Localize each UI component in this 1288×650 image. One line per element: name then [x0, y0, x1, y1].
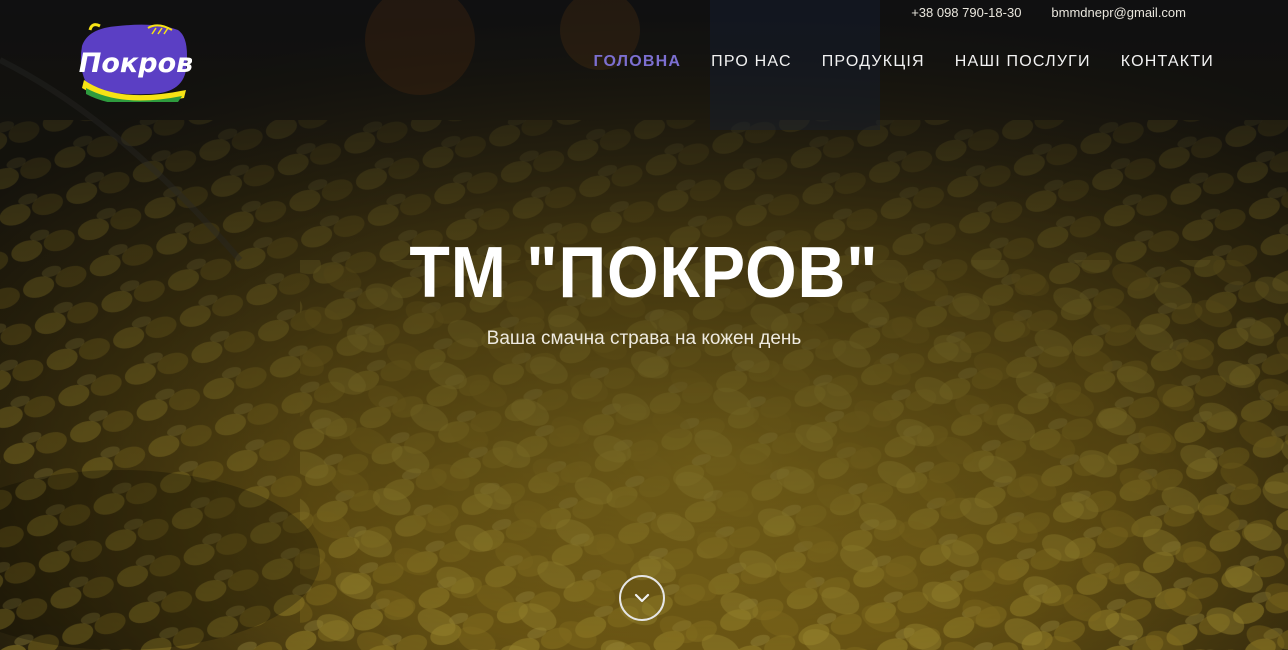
- nav-item-about[interactable]: ПРО НАС: [711, 53, 792, 71]
- phone-number[interactable]: +38 098 790-18-30: [911, 5, 1021, 20]
- pokrov-logo[interactable]: Покров: [78, 20, 192, 102]
- nav-item-products[interactable]: ПРОДУКЦІЯ: [822, 53, 925, 71]
- main-navigation: ГОЛОВНА ПРО НАС ПРОДУКЦІЯ НАШІ ПОСЛУГИ К…: [594, 53, 1215, 71]
- contact-topbar: +38 098 790-18-30 bmmdnepr@gmail.com: [911, 5, 1186, 20]
- email-address[interactable]: bmmdnepr@gmail.com: [1051, 5, 1186, 20]
- hero-overlay: [0, 0, 1288, 650]
- hero-section: +38 098 790-18-30 bmmdnepr@gmail.com Пок…: [0, 0, 1288, 650]
- nav-item-home[interactable]: ГОЛОВНА: [594, 53, 682, 71]
- nav-item-services[interactable]: НАШІ ПОСЛУГИ: [955, 53, 1091, 71]
- nav-item-contacts[interactable]: КОНТАКТИ: [1121, 53, 1214, 71]
- hero-title: ТМ "ПОКРОВ": [409, 233, 879, 313]
- logo-text: Покров: [79, 48, 192, 79]
- chevron-down-icon: [634, 593, 650, 603]
- hero-subtitle: Ваша смачна страва на кожен день: [486, 328, 802, 349]
- scroll-down-button[interactable]: [619, 575, 665, 621]
